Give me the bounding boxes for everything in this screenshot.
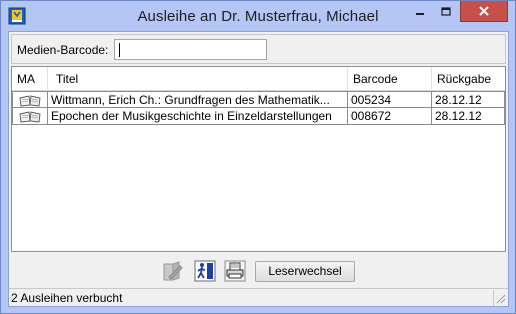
resize-grip-icon[interactable]: [495, 293, 506, 304]
maximize-button[interactable]: [433, 2, 459, 22]
ma-cell: [12, 108, 48, 125]
loan-window: Ausleihe an Dr. Musterfrau, Michael Medi…: [0, 0, 516, 314]
ma-cell: [12, 91, 48, 108]
minimize-icon: [416, 13, 424, 15]
title-cell: Epochen der Musikgeschichte in Einzeldar…: [48, 108, 348, 125]
barcode-cell: 005234: [348, 91, 432, 108]
due-cell: 28.12.12: [432, 108, 505, 125]
exit-door-icon[interactable]: [194, 260, 216, 282]
close-button[interactable]: [460, 1, 508, 22]
barcode-input[interactable]: [114, 39, 267, 60]
barcode-cell: 008672: [348, 108, 432, 125]
due-cell: 28.12.12: [432, 91, 505, 108]
barcode-label: Medien-Barcode:: [17, 43, 109, 57]
loans-list[interactable]: MA Titel Barcode Rückgabe Wittmann, Eric…: [11, 66, 506, 252]
close-icon: [479, 6, 489, 16]
printer-icon[interactable]: [224, 260, 246, 282]
status-text: 2 Ausleihen verbucht: [11, 291, 123, 305]
leserwechsel-button[interactable]: Leserwechsel: [255, 261, 355, 282]
table-row[interactable]: Wittmann, Erich Ch.: Grundfragen des Mat…: [12, 91, 505, 108]
client-area: Medien-Barcode: MA Titel Barcode Rückgab…: [8, 31, 509, 307]
title-cell: Wittmann, Erich Ch.: Grundfragen des Mat…: [48, 91, 348, 108]
column-header-titel[interactable]: Titel: [48, 67, 348, 91]
column-header-rueckgabe[interactable]: Rückgabe: [432, 67, 505, 91]
minimize-button[interactable]: [407, 2, 433, 22]
action-toolbar: Leserwechsel: [9, 256, 508, 286]
column-header-ma[interactable]: MA: [12, 67, 48, 91]
list-header: MA Titel Barcode Rückgabe: [12, 67, 505, 91]
book-icon: [19, 111, 41, 123]
column-header-barcode[interactable]: Barcode: [348, 67, 432, 91]
text-caret: [119, 43, 120, 57]
title-bar[interactable]: Ausleihe an Dr. Musterfrau, Michael: [1, 1, 515, 31]
table-row[interactable]: Epochen der Musikgeschichte in Einzeldar…: [12, 108, 505, 125]
book-icon: [19, 95, 41, 107]
status-bar: 2 Ausleihen verbucht: [9, 288, 508, 306]
barcode-panel: Medien-Barcode:: [11, 34, 506, 64]
maximize-icon: [441, 7, 451, 16]
status-divider: [493, 290, 494, 306]
edit-book-icon[interactable]: [161, 260, 183, 282]
